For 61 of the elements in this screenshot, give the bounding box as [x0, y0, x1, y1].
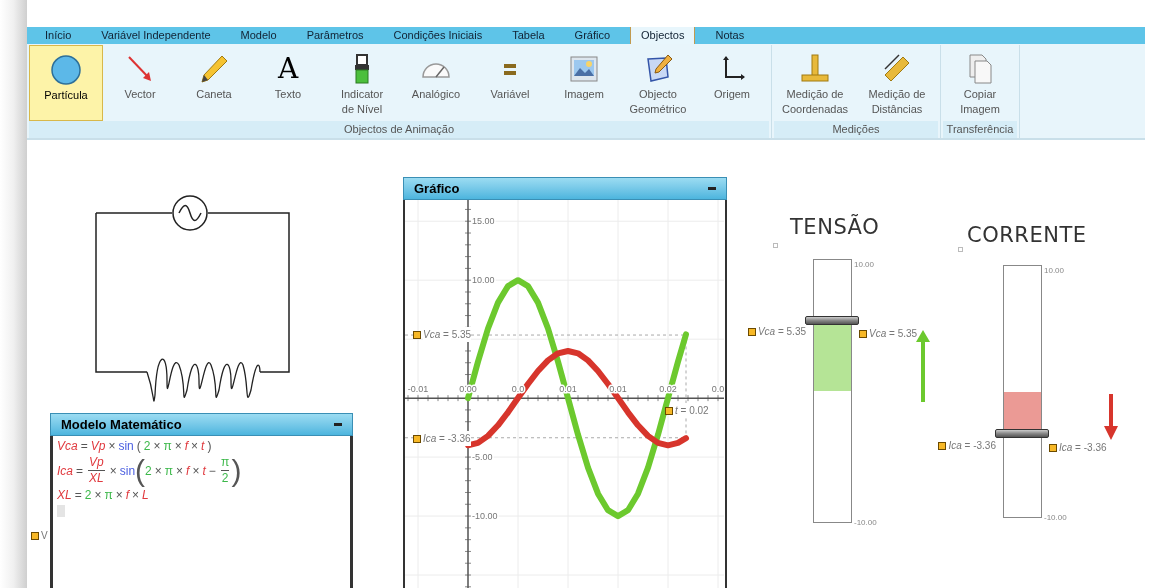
circle-icon	[50, 54, 82, 86]
scale-label: -10.00	[1044, 512, 1067, 524]
ribbon-button[interactable]: Copiar Imagem	[943, 45, 1017, 121]
window-title-bar[interactable]: Modelo Matemático	[50, 413, 353, 436]
tick-label: 10.00	[472, 275, 495, 286]
value-readout: Vca = 5.35	[423, 327, 472, 343]
equation[interactable]: Vca = Vp × sin ( 2 × π × f × t )	[57, 438, 215, 454]
pencil-icon	[198, 53, 230, 85]
group-label: Medições	[774, 121, 938, 138]
ribbon-button[interactable]: Partícula	[29, 45, 103, 121]
ribbon-button[interactable]: Indicator de Nível	[325, 45, 399, 121]
tick-label: 0.0	[711, 384, 724, 395]
marker-icon[interactable]	[413, 434, 421, 443]
window-title: Gráfico	[414, 179, 460, 198]
ribbon-button[interactable]: Caneta	[177, 45, 251, 121]
scale-label: 10.00	[854, 259, 875, 271]
window-title-bar[interactable]: Gráfico	[403, 177, 727, 200]
equation[interactable]: XL = 2 × π × f × L	[57, 487, 149, 503]
level-thumb[interactable]	[805, 315, 859, 325]
ribbon-tab[interactable]: Modelo	[230, 27, 287, 44]
meter-title: TENSÃO	[790, 213, 880, 241]
value-readout: Ica = -3.36	[423, 431, 471, 447]
window-title: Modelo Matemático	[61, 415, 182, 434]
level-thumb[interactable]	[995, 428, 1049, 438]
tick-label: -10.00	[472, 511, 498, 522]
marker-icon[interactable]	[859, 329, 867, 338]
ribbon-button[interactable]: Variável	[473, 45, 547, 121]
ribbon-tab[interactable]: Notas	[705, 27, 755, 44]
tick-label: 15.00	[472, 216, 495, 227]
ribbon-tab[interactable]: Variável Independente	[91, 27, 221, 44]
meter-title: CORRENTE	[967, 222, 1087, 249]
scale-label: -10.00	[854, 517, 877, 529]
ribbon-button[interactable]: Medição de Distâncias	[856, 45, 938, 121]
marker-icon[interactable]	[747, 327, 756, 336]
image-icon	[568, 53, 600, 85]
tick-label: -5.00	[472, 452, 493, 463]
ruler-icon	[799, 53, 831, 85]
value-readout: t = 0.02	[675, 403, 709, 419]
ribbon-button[interactable]: Vector	[103, 45, 177, 121]
ribbon-button[interactable]: Medição de Coordenadas	[774, 45, 856, 121]
group-label: Objectos de Animação	[29, 121, 769, 138]
ribbon-tab[interactable]: Objectos	[630, 27, 696, 44]
group-label: Transferência	[943, 121, 1017, 138]
marker-icon[interactable]	[31, 531, 39, 540]
ribbon-tab[interactable]: Parâmetros	[296, 27, 374, 44]
ribbon-button[interactable]: Analógico	[399, 45, 473, 121]
ribbon-button[interactable]: Imagem	[547, 45, 621, 121]
marker-icon[interactable]	[938, 441, 947, 450]
marker-icon[interactable]	[665, 406, 673, 415]
tick-label: -0.01	[407, 384, 429, 395]
ribbon-button[interactable]: Origem	[695, 45, 769, 121]
ribbon-tab[interactable]: Início	[35, 27, 82, 44]
ribbon-tab[interactable]: Gráfico	[564, 27, 621, 44]
ribbon-button[interactable]: Objecto Geométrico	[621, 45, 695, 121]
ribbon-button[interactable]: A Texto	[251, 45, 325, 121]
marker-icon[interactable]	[413, 330, 421, 339]
ribbon-tab[interactable]: Tabela	[502, 27, 555, 44]
marker-icon[interactable]	[1049, 443, 1057, 452]
scale-label: 10.00	[1044, 265, 1065, 277]
ribbon-tab[interactable]: Condições Iniciais	[383, 27, 493, 44]
letter-icon: A	[277, 53, 299, 85]
